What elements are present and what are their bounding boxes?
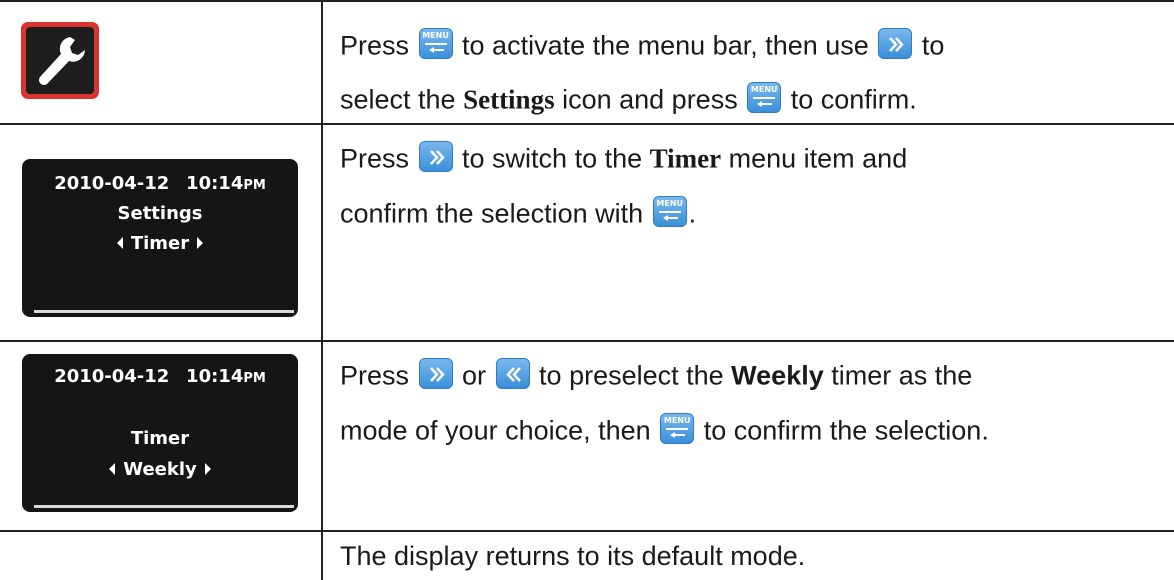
lcd-underline bbox=[34, 310, 294, 313]
row-3-instructions: Press or to preselect the Weekly timer a… bbox=[340, 340, 1160, 530]
menu-label: MENU bbox=[750, 85, 778, 94]
instruction-line: confirm the selection with MENU. bbox=[340, 196, 696, 231]
triangle-right-icon bbox=[197, 237, 204, 249]
row-4-instructions: The display returns to its default mode. bbox=[340, 530, 1160, 580]
menu-enter-button: MENU bbox=[418, 28, 453, 59]
column-divider bbox=[321, 0, 323, 580]
lcd-menu-title: Settings bbox=[117, 203, 203, 224]
row-1-icon-cell bbox=[0, 0, 321, 123]
right-arrow-button bbox=[878, 28, 913, 59]
triangle-left-icon bbox=[116, 237, 123, 249]
triangle-left-icon bbox=[108, 463, 115, 475]
lcd-menu-title: Timer bbox=[130, 428, 190, 449]
keyword-timer: Timer bbox=[649, 143, 722, 174]
lcd-datetime: 2010-04-12 10:14PM bbox=[54, 173, 266, 194]
wrench-icon bbox=[21, 22, 99, 99]
instruction-line: mode of your choice, then MENU to confir… bbox=[340, 413, 989, 448]
menu-label: MENU bbox=[656, 199, 683, 208]
instruction-line: Press or to preselect the Weekly timer a… bbox=[340, 358, 972, 393]
right-arrow-button bbox=[418, 141, 453, 172]
menu-enter-button: MENU bbox=[660, 413, 695, 444]
lcd-display: 2010-04-12 10:14PM Settings Timer bbox=[22, 159, 298, 317]
keyword-weekly: Weekly bbox=[731, 360, 824, 391]
left-arrow-button bbox=[495, 358, 530, 389]
menu-enter-button: MENU bbox=[747, 82, 782, 113]
triangle-right-icon bbox=[205, 463, 212, 475]
row-3-display-cell: 2010-04-12 10:14PM Timer Weekly bbox=[0, 340, 321, 530]
row-2-instructions: Press to switch to the Timer menu item a… bbox=[340, 123, 1160, 340]
menu-label: MENU bbox=[663, 416, 691, 425]
instruction-line: The display returns to its default mode. bbox=[340, 541, 806, 571]
keyword-settings: Settings bbox=[463, 84, 555, 115]
lcd-menu-item: Weekly bbox=[22, 459, 298, 480]
right-arrow-button bbox=[418, 358, 453, 389]
instruction-line: select the Settings icon and press MENU … bbox=[340, 82, 917, 117]
menu-label: MENU bbox=[422, 31, 449, 40]
instruction-line: Press to switch to the Timer menu item a… bbox=[340, 141, 907, 176]
lcd-menu-item: Timer bbox=[22, 233, 298, 254]
menu-enter-button: MENU bbox=[652, 196, 687, 227]
lcd-display: 2010-04-12 10:14PM Timer Weekly bbox=[22, 354, 298, 512]
instruction-line: Press MENU to activate the menu bar, the… bbox=[340, 28, 944, 63]
row-1-instructions: Press MENU to activate the menu bar, the… bbox=[340, 0, 1160, 123]
lcd-datetime: 2010-04-12 10:14PM bbox=[54, 366, 266, 387]
row-2-display-cell: 2010-04-12 10:14PM Settings Timer bbox=[0, 123, 321, 340]
lcd-underline bbox=[34, 505, 294, 508]
